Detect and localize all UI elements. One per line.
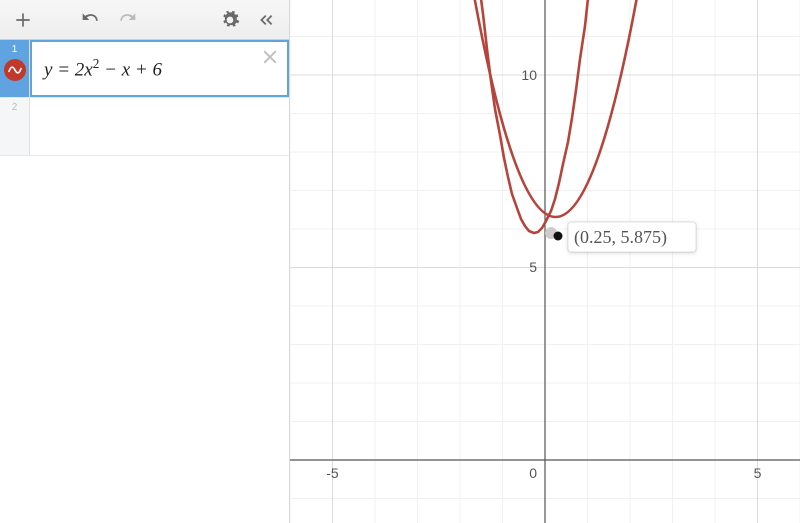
redo-button[interactable] (110, 5, 144, 35)
graph-canvas[interactable]: -5 0 5 5 10 (0.25, 5.875) (290, 0, 800, 523)
expression-index: 1 (12, 44, 18, 55)
y-tick-label: 10 (521, 67, 537, 83)
gear-icon (220, 10, 240, 30)
expression-index: 2 (12, 102, 18, 113)
undo-button[interactable] (74, 5, 108, 35)
expression-input[interactable] (30, 98, 289, 155)
expression-row[interactable]: 1 y = 2x2 − x + 6 (0, 40, 289, 98)
add-button[interactable] (6, 5, 40, 35)
x-tick-label: 5 (754, 465, 762, 481)
expression-gutter: 1 (0, 40, 30, 97)
toolbar (0, 0, 289, 40)
color-swatch[interactable] (4, 59, 26, 81)
close-icon (261, 48, 279, 66)
redo-icon (117, 10, 137, 30)
expression-math: y = 2x2 − x + 6 (44, 56, 162, 81)
point-label-text: (0.25, 5.875) (574, 227, 667, 248)
app-root: 1 y = 2x2 − x + 6 (0, 0, 800, 523)
collapse-panel-button[interactable] (249, 5, 283, 35)
settings-button[interactable] (213, 5, 247, 35)
parabola[interactable] (478, 0, 593, 233)
annotated-point[interactable] (554, 232, 563, 241)
expression-list: 1 y = 2x2 − x + 6 (0, 40, 289, 523)
wave-icon (7, 62, 23, 78)
expression-input[interactable]: y = 2x2 − x + 6 (30, 40, 289, 97)
point-label: (0.25, 5.875) (568, 222, 696, 252)
y-tick-label: 5 (529, 259, 537, 275)
delete-expression-button[interactable] (259, 46, 281, 68)
expression-panel: 1 y = 2x2 − x + 6 (0, 0, 290, 523)
plus-icon (13, 10, 33, 30)
graph-panel[interactable]: -5 0 5 5 10 (0.25, 5.875) (290, 0, 800, 523)
origin-label: 0 (529, 465, 537, 481)
chevron-double-left-icon (256, 10, 276, 30)
expression-gutter: 2 (0, 98, 30, 155)
x-tick-label: -5 (326, 465, 339, 481)
expression-row[interactable]: 2 (0, 98, 289, 156)
undo-icon (81, 10, 101, 30)
